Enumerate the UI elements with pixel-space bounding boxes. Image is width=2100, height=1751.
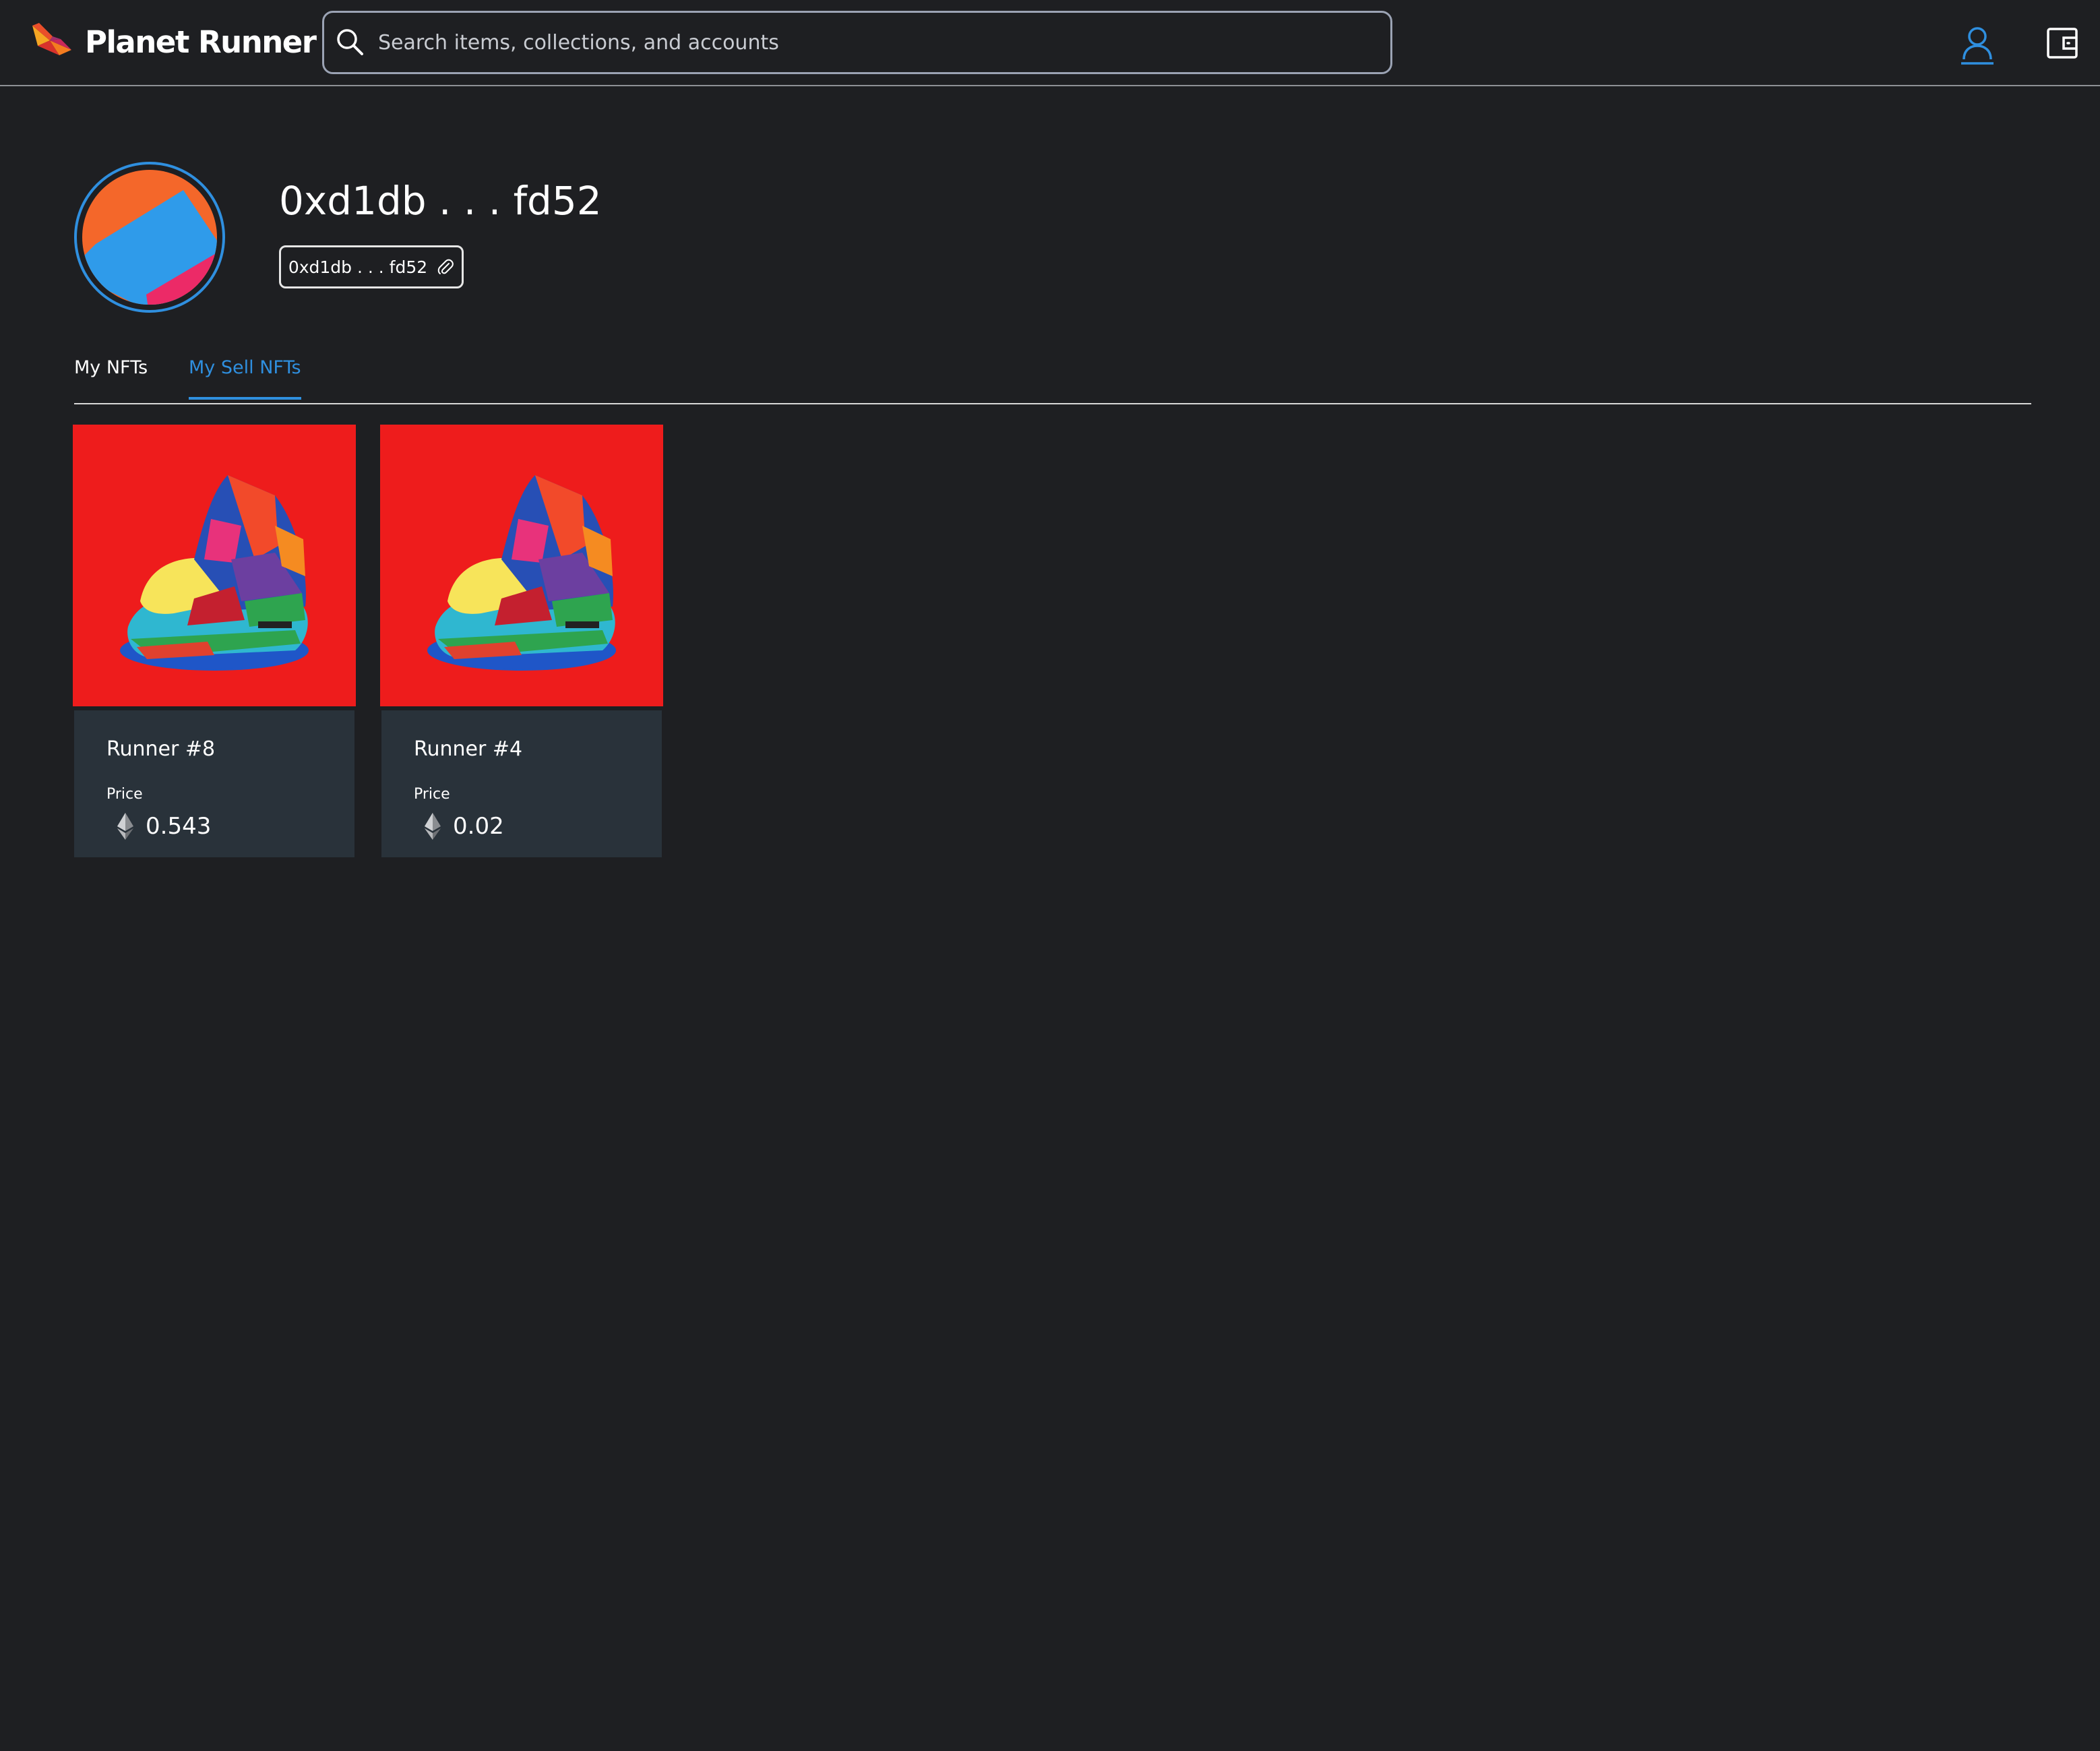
tab-my-sell-nfts[interactable]: My Sell NFTs (189, 357, 301, 400)
price-value: 0.02 (453, 813, 504, 840)
sneaker-image (73, 425, 356, 706)
ethereum-icon (425, 813, 441, 840)
tab-my-nfts[interactable]: My NFTs (74, 357, 148, 397)
account-icon (1961, 27, 1994, 65)
price-label: Price (106, 786, 143, 803)
nft-card[interactable]: Runner #8 Price 0.543 (73, 425, 356, 857)
planet-runner-logo-icon (32, 23, 71, 55)
search-bar[interactable] (322, 11, 1392, 74)
page: Planet Runner Search items, collections,… (0, 0, 2100, 1751)
avatar (74, 162, 225, 313)
profile-name: 0xd1db . . . fd52 (279, 178, 602, 224)
profile-tabs: My NFTs My Sell NFTs (74, 350, 2031, 404)
copy-address-button[interactable]: 0xd1db . . . fd52 (279, 245, 464, 288)
brand[interactable]: Planet Runner (30, 19, 317, 65)
account-button[interactable] (1958, 24, 1996, 67)
nft-price: 0.02 (414, 811, 504, 841)
search-icon (337, 29, 363, 55)
wallet-icon (2047, 28, 2078, 59)
wallet-address: 0xd1db . . . fd52 (288, 257, 428, 277)
sneaker-image (380, 425, 663, 706)
price-value: 0.543 (146, 813, 212, 840)
search-input[interactable] (367, 13, 1390, 72)
nft-title: Runner #4 (414, 737, 523, 761)
avatar-image (82, 170, 217, 305)
paperclip-icon (437, 259, 454, 274)
nft-title: Runner #8 (106, 737, 216, 761)
nft-price: 0.543 (106, 811, 211, 841)
brand-name: Planet Runner (85, 24, 317, 60)
nft-image[interactable] (73, 425, 356, 706)
nft-card-body: Runner #8 Price 0.543 (74, 710, 354, 857)
top-bar: Planet Runner (0, 0, 2100, 86)
nft-card[interactable]: Runner #4 Price 0.02 (380, 425, 663, 857)
price-label: Price (414, 786, 450, 803)
wallet-button[interactable] (2046, 27, 2078, 59)
ethereum-icon (117, 813, 133, 840)
nft-card-body: Runner #4 Price 0.02 (381, 710, 662, 857)
nft-image[interactable] (380, 425, 663, 706)
